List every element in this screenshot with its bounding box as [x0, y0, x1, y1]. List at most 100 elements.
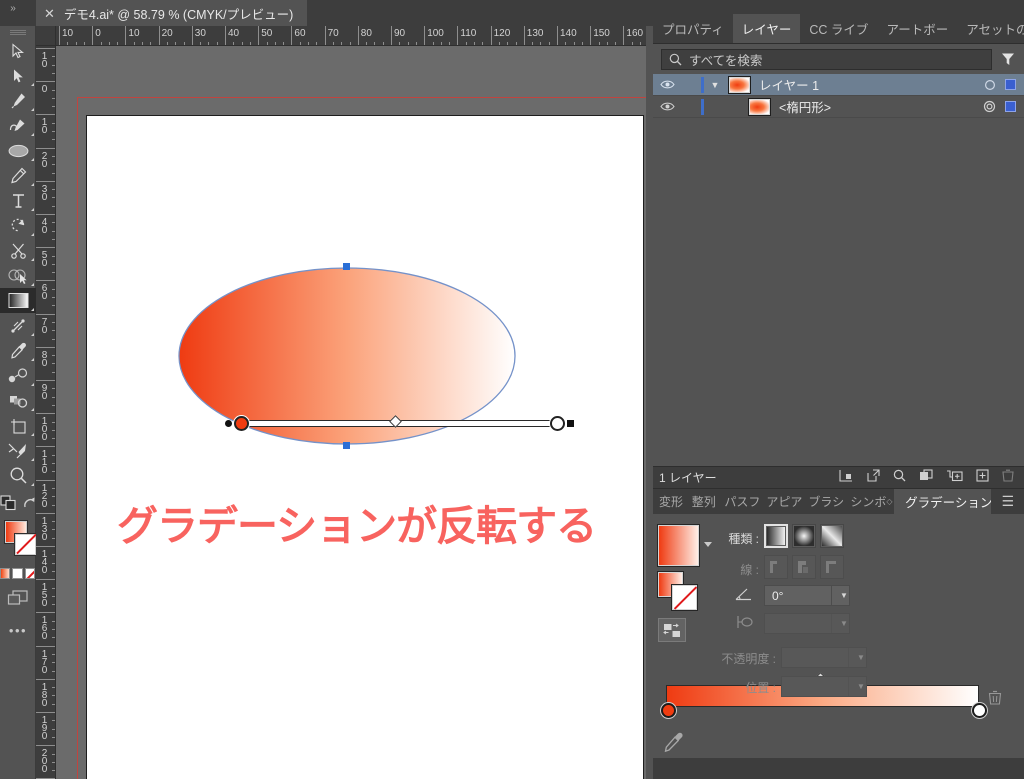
bbox-handle-bottom[interactable] [343, 442, 350, 449]
gradient-stroke-swatch[interactable] [672, 585, 697, 610]
tab-layers[interactable]: レイヤー [733, 14, 801, 43]
edit-toolbar-button[interactable]: ••• [0, 623, 36, 638]
layer-name[interactable]: レイヤー 1 [759, 75, 819, 94]
gradient-opacity-field[interactable]: ▼ [781, 647, 867, 668]
duplicate-layer-icon[interactable] [919, 469, 933, 487]
find-icon[interactable] [893, 469, 906, 487]
stroke-across-icon[interactable] [820, 555, 844, 579]
pen-tool[interactable] [0, 88, 36, 113]
screen-mode-icon[interactable] [0, 495, 17, 516]
bbox-handle-top[interactable] [343, 263, 350, 270]
object-selection-indicator[interactable] [1005, 101, 1016, 112]
reverse-gradient-icon[interactable] [658, 618, 686, 642]
selection-tool[interactable] [0, 38, 36, 63]
scissors-tool[interactable] [0, 238, 36, 263]
tab-overflow-arrows-icon[interactable]: ◇ [886, 489, 894, 514]
tab-assets[interactable]: アセットの [957, 14, 1024, 43]
gradient-slider-start-stop[interactable] [661, 703, 676, 718]
release-to-layers-icon[interactable] [867, 469, 880, 487]
gradient-aspect-field[interactable]: ▼ [764, 613, 850, 634]
artboard[interactable]: グラデーションが反転する [86, 115, 644, 779]
gradient-end-square-handle[interactable] [567, 420, 574, 427]
width-tool[interactable] [0, 313, 36, 338]
layer-row-ellipse[interactable]: <楕円形> [653, 96, 1024, 118]
tab-properties[interactable]: プロパティ [653, 14, 733, 43]
swap-fill-stroke-icon[interactable] [22, 496, 36, 515]
gradient-start-stop-handle[interactable] [234, 416, 249, 431]
freeform-gradient-icon[interactable] [820, 524, 844, 548]
gradient-slider-end-stop[interactable] [972, 703, 987, 718]
panel-expand-handle[interactable]: » [2, 2, 24, 16]
close-icon[interactable]: ✕ [44, 7, 55, 20]
eyedropper-icon[interactable] [664, 732, 684, 759]
linear-gradient-icon[interactable] [764, 524, 788, 548]
chevron-down-icon[interactable] [704, 542, 712, 547]
direct-selection-tool[interactable] [0, 63, 36, 88]
delete-layer-icon[interactable] [1002, 469, 1014, 487]
gradient-tool[interactable] [0, 288, 36, 313]
chevron-down-icon[interactable]: ▼ [831, 586, 849, 605]
eyedropper-tool[interactable] [0, 338, 36, 363]
target-circle-double-icon[interactable] [983, 100, 996, 113]
gradient-preview-swatch[interactable] [658, 525, 699, 566]
toolbar-grip[interactable] [0, 26, 35, 38]
stroke-within-icon[interactable] [764, 555, 788, 579]
target-circle-icon[interactable] [984, 79, 996, 91]
white-swatch-button[interactable] [12, 568, 22, 579]
tab-pathfinder[interactable]: パスフ [718, 489, 760, 514]
stroke-swatch[interactable] [15, 534, 36, 555]
chevron-down-icon[interactable]: ▼ [831, 614, 849, 633]
canvas[interactable]: グラデーションが反転する [56, 46, 646, 779]
panel-menu-icon[interactable]: ☰ [991, 489, 1024, 514]
eye-icon[interactable] [653, 79, 681, 90]
filter-icon[interactable] [999, 52, 1016, 66]
new-layer-icon[interactable] [976, 469, 989, 487]
tab-symbols[interactable]: シンボ [844, 489, 886, 514]
horizontal-ruler[interactable]: 1001020304050607080901001101201301401501… [56, 26, 646, 46]
ellipse-tool[interactable] [0, 138, 36, 163]
chevron-down-icon[interactable]: ▼ [848, 677, 866, 696]
fill-stroke-widget[interactable] [0, 519, 36, 565]
slice-tool[interactable] [0, 438, 36, 463]
chevron-down-icon[interactable]: ▼ [704, 80, 726, 90]
symbol-sprayer-tool[interactable] [0, 388, 36, 413]
rotate-tool[interactable] [0, 213, 36, 238]
pencil-tool[interactable] [0, 163, 36, 188]
tab-gradient[interactable]: グラデーション [894, 489, 991, 514]
shape-builder-tool[interactable] [0, 263, 36, 288]
gradient-swatch-button[interactable] [0, 568, 10, 579]
tab-artboards[interactable]: アートボー [877, 14, 957, 43]
layers-list[interactable]: ▼ レイヤー 1 <楕円形> [653, 74, 1024, 466]
trash-icon[interactable] [988, 690, 1002, 710]
layer-row-layer-1[interactable]: ▼ レイヤー 1 [653, 74, 1024, 96]
canvas-vertical-scrollbar[interactable] [639, 46, 646, 779]
artboard-tool[interactable] [0, 413, 36, 438]
change-screen-mode-icon[interactable] [7, 590, 29, 611]
document-tab[interactable]: ✕ デモ4.ai* @ 58.79 % (CMYK/プレビュー) [36, 0, 307, 26]
object-name[interactable]: <楕円形> [779, 97, 831, 116]
new-sublayer-icon[interactable] [946, 469, 963, 487]
search-input[interactable]: すべてを検索 [661, 49, 992, 70]
curvature-tool[interactable] [0, 113, 36, 138]
tab-align[interactable]: 整列 [686, 489, 719, 514]
gradient-position-field[interactable]: ▼ [781, 676, 867, 697]
radial-gradient-icon[interactable] [792, 524, 816, 548]
type-tool[interactable] [0, 188, 36, 213]
tab-brushes[interactable]: ブラシ [802, 489, 844, 514]
ruler-origin-corner[interactable] [36, 26, 56, 46]
locate-object-icon[interactable] [839, 469, 854, 487]
gradient-annotator[interactable] [225, 415, 573, 433]
gradient-origin-dot[interactable] [225, 420, 232, 427]
layers-empty-area[interactable] [653, 118, 1024, 466]
vertical-ruler[interactable]: 1001020304050607080901001101201301401501… [36, 46, 56, 779]
tab-transform[interactable]: 変形 [653, 489, 686, 514]
gradient-end-stop-handle[interactable] [550, 416, 565, 431]
blend-tool[interactable] [0, 363, 36, 388]
zoom-tool[interactable] [0, 463, 36, 488]
artboard-text[interactable]: グラデーションが反転する [117, 492, 596, 552]
none-swatch-button[interactable] [25, 568, 35, 579]
tab-appearance[interactable]: アピア [760, 489, 802, 514]
chevron-down-icon[interactable]: ▼ [848, 648, 866, 667]
gradient-fill-stroke-widget[interactable] [658, 572, 702, 612]
layer-selection-indicator[interactable] [1005, 79, 1016, 90]
